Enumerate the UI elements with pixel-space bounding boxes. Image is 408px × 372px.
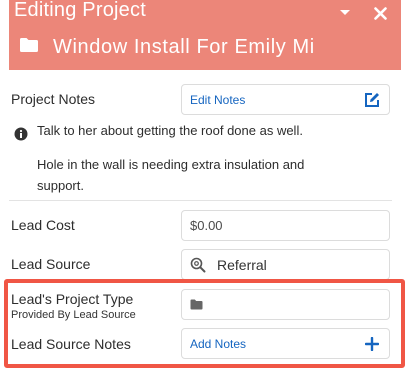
lead-source-select[interactable]: Referral bbox=[181, 249, 390, 280]
project-note-line: Hole in the wall is needing extra insula… bbox=[37, 157, 305, 172]
lead-cost-label: Lead Cost bbox=[11, 217, 75, 233]
folder-icon bbox=[19, 37, 39, 58]
lead-source-value: Referral bbox=[217, 256, 267, 273]
lead-cost-value: $0.00 bbox=[190, 218, 223, 233]
panel-header: Editing Project Window Install For Emily… bbox=[9, 0, 401, 70]
lead-cost-input[interactable]: $0.00 bbox=[181, 210, 390, 241]
project-name: Window Install For Emily Mi bbox=[53, 35, 315, 58]
edit-notes-field[interactable]: Edit Notes bbox=[181, 84, 390, 115]
lead-source-label: Lead Source bbox=[11, 256, 91, 272]
info-icon bbox=[14, 127, 28, 146]
project-note-line: support. bbox=[37, 178, 84, 193]
panel-title: Editing Project bbox=[14, 0, 146, 21]
highlight-box bbox=[4, 279, 405, 368]
project-heading: Window Install For Emily Mi bbox=[19, 33, 315, 61]
collapse-caret-icon[interactable] bbox=[334, 2, 356, 24]
edit-icon[interactable] bbox=[363, 91, 381, 109]
close-icon[interactable] bbox=[369, 2, 391, 24]
editing-project-panel: Editing Project Window Install For Emily… bbox=[0, 0, 408, 372]
edit-notes-link[interactable]: Edit Notes bbox=[190, 93, 245, 107]
project-notes-label: Project Notes bbox=[11, 91, 96, 107]
project-note-line: Talk to her about getting the roof done … bbox=[37, 123, 303, 138]
section-divider bbox=[9, 200, 392, 201]
search-icon bbox=[190, 257, 206, 273]
